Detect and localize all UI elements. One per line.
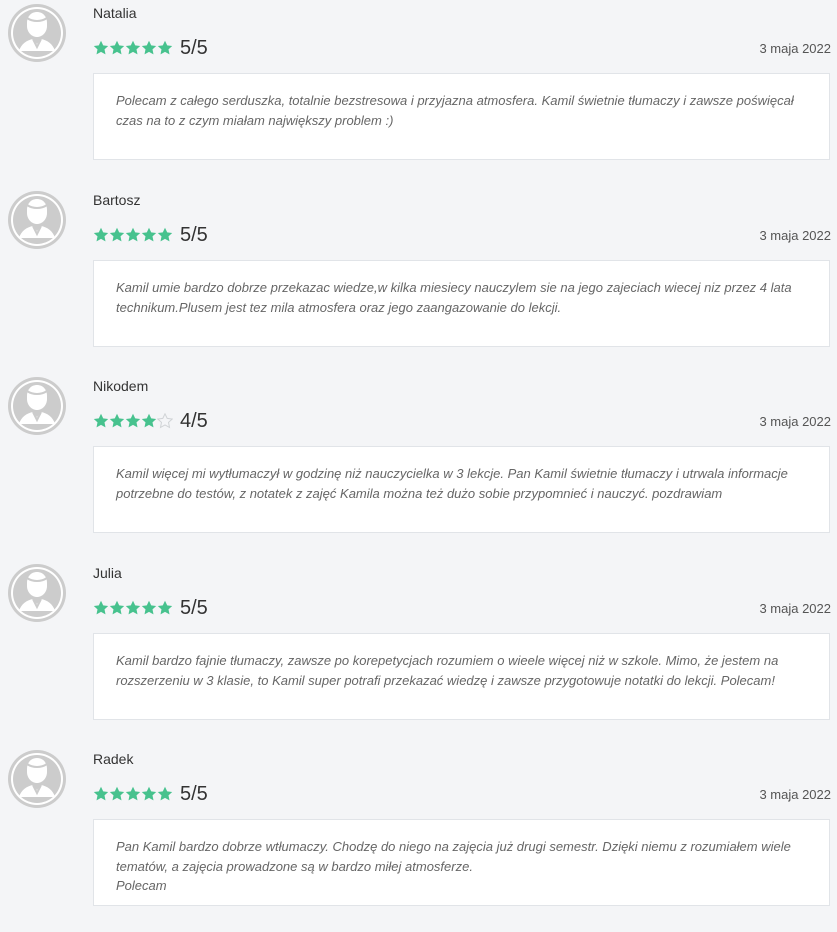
review-item: Bartosz 5/5 3 maja 2022 Kamil umie bardz… [0, 187, 837, 373]
star-filled-icon [109, 40, 125, 55]
review-text-box: Kamil więcej mi wytłumaczył w godzinę ni… [93, 446, 830, 533]
review-item: Nikodem 4/5 3 maja 2022 Kamil więcej mi … [0, 373, 837, 559]
review-text-box: Kamil bardzo fajnie tłumaczy, zawsze po … [93, 633, 830, 720]
reviewer-name: Bartosz [93, 192, 141, 208]
star-rating [93, 784, 173, 804]
star-filled-icon [93, 227, 109, 242]
rating-score: 5/5 [180, 37, 208, 59]
review-item: Natalia 5/5 3 maja 2022 Polecam z całego… [0, 0, 837, 186]
user-avatar-icon [7, 376, 67, 436]
star-filled-icon [125, 786, 141, 801]
review-date: 3 maja 2022 [759, 787, 831, 802]
rating: 5/5 [93, 596, 208, 620]
star-filled-icon [109, 227, 125, 242]
review-date: 3 maja 2022 [759, 601, 831, 616]
review-item: Radek 5/5 3 maja 2022 Pan Kamil bardzo d… [0, 746, 837, 932]
star-filled-icon [141, 413, 157, 428]
reviewer-name: Nikodem [93, 378, 149, 394]
star-filled-icon [157, 786, 173, 801]
rating-score: 5/5 [180, 783, 208, 805]
star-filled-icon [93, 413, 109, 428]
user-avatar-icon [7, 749, 67, 809]
star-filled-icon [157, 40, 173, 55]
rating: 5/5 [93, 36, 208, 60]
review-text-box: Polecam z całego serduszka, totalnie bez… [93, 73, 830, 160]
user-avatar-icon [7, 563, 67, 623]
review-text-box: Pan Kamil bardzo dobrze wtłumaczy. Chodz… [93, 819, 830, 906]
reviews-list: Natalia 5/5 3 maja 2022 Polecam z całego… [0, 0, 837, 918]
star-filled-icon [141, 227, 157, 242]
review-date: 3 maja 2022 [759, 228, 831, 243]
review-text: Kamil bardzo fajnie tłumaczy, zawsze po … [116, 653, 779, 688]
rating: 5/5 [93, 223, 208, 247]
star-rating [93, 411, 173, 431]
review-date: 3 maja 2022 [759, 414, 831, 429]
user-avatar-icon [7, 190, 67, 250]
star-filled-icon [109, 600, 125, 615]
rating: 4/5 [93, 409, 208, 433]
review-text-box: Kamil umie bardzo dobrze przekazac wiedz… [93, 260, 830, 347]
star-rating [93, 598, 173, 618]
star-filled-icon [109, 413, 125, 428]
star-empty-icon [157, 413, 173, 429]
star-filled-icon [125, 40, 141, 55]
review-text: Pan Kamil bardzo dobrze wtłumaczy. Chodz… [116, 839, 791, 893]
star-filled-icon [125, 600, 141, 615]
star-filled-icon [93, 786, 109, 801]
rating: 5/5 [93, 782, 208, 806]
star-filled-icon [125, 227, 141, 242]
reviewer-name: Julia [93, 565, 122, 581]
review-date: 3 maja 2022 [759, 41, 831, 56]
star-filled-icon [157, 227, 173, 242]
review-text: Kamil więcej mi wytłumaczył w godzinę ni… [116, 466, 788, 501]
reviewer-name: Radek [93, 751, 134, 767]
review-item: Julia 5/5 3 maja 2022 Kamil bardzo fajni… [0, 560, 837, 746]
rating-score: 5/5 [180, 597, 208, 619]
review-text: Kamil umie bardzo dobrze przekazac wiedz… [116, 280, 792, 315]
reviewer-name: Natalia [93, 5, 137, 21]
user-avatar-icon [7, 3, 67, 63]
rating-score: 4/5 [180, 410, 208, 432]
rating-score: 5/5 [180, 224, 208, 246]
star-filled-icon [125, 413, 141, 428]
star-filled-icon [141, 600, 157, 615]
review-text: Polecam z całego serduszka, totalnie bez… [116, 93, 794, 128]
star-filled-icon [93, 40, 109, 55]
star-filled-icon [93, 600, 109, 615]
star-filled-icon [157, 600, 173, 615]
star-rating [93, 225, 173, 245]
star-filled-icon [141, 40, 157, 55]
star-rating [93, 38, 173, 58]
star-filled-icon [141, 786, 157, 801]
star-filled-icon [109, 786, 125, 801]
